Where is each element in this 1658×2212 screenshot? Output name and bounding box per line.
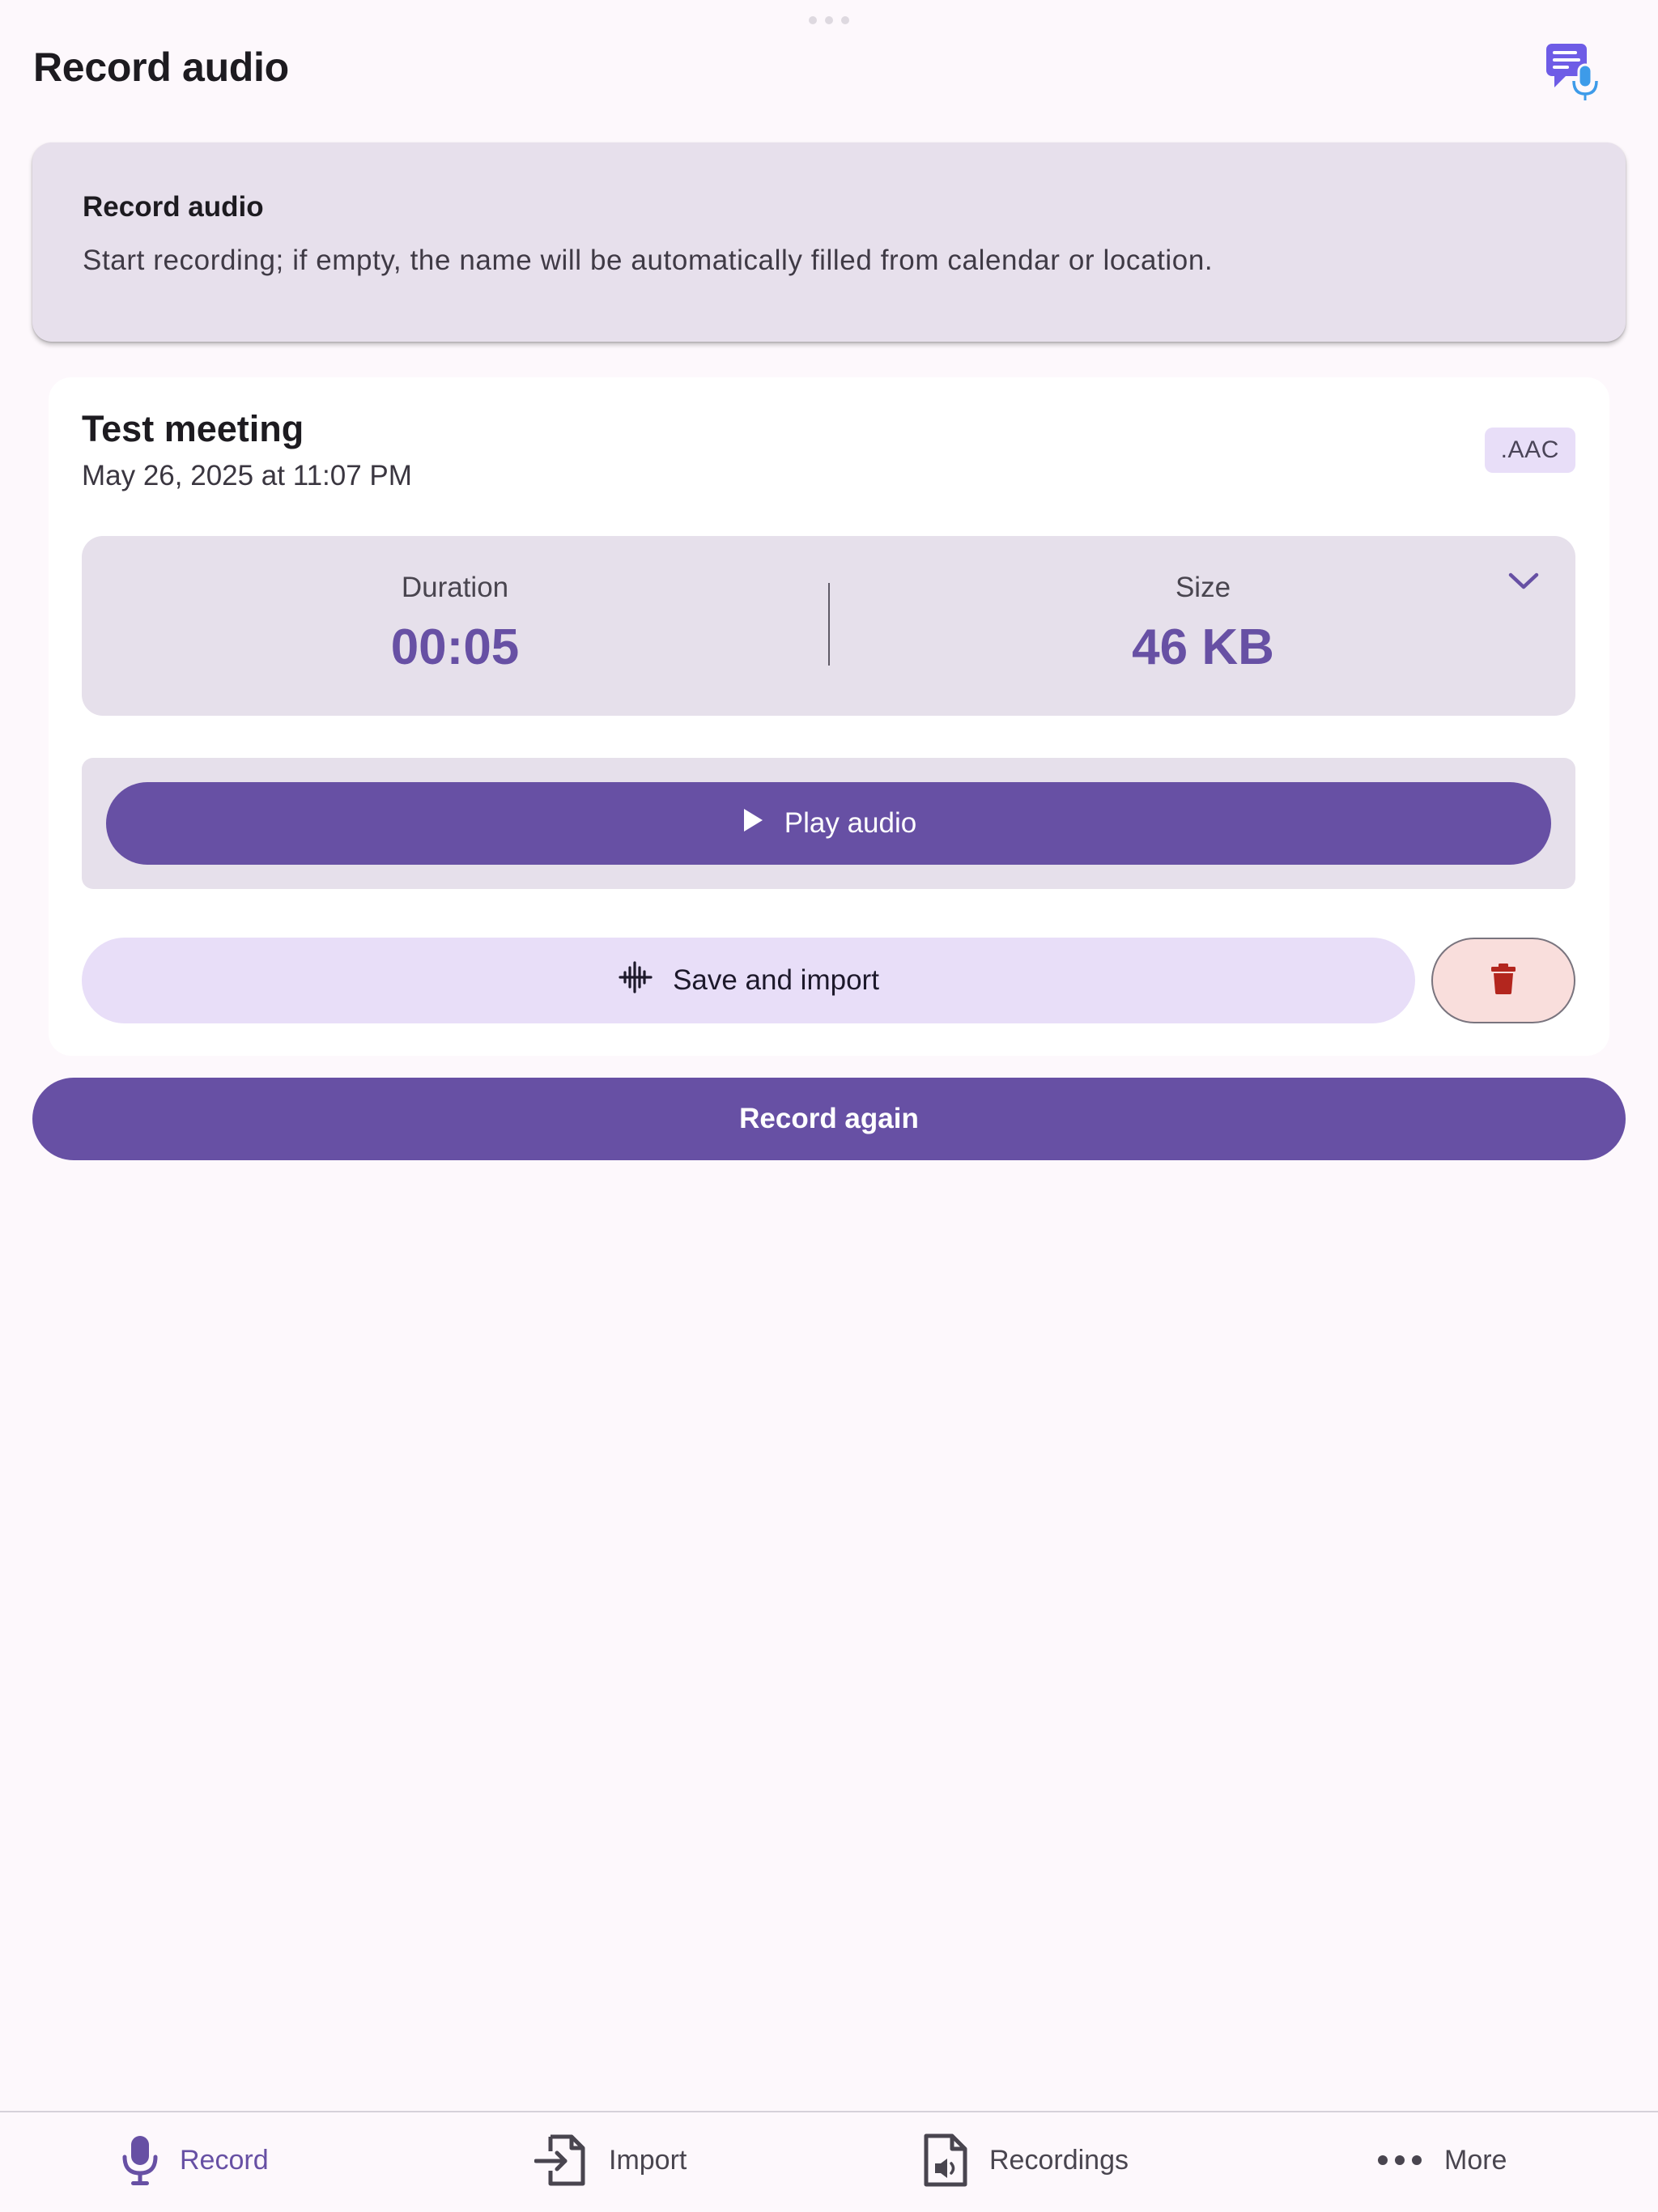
trash-icon <box>1491 963 1516 998</box>
waveform-icon <box>618 960 653 1001</box>
nav-item-record[interactable]: Record <box>121 2132 269 2189</box>
play-audio-label: Play audio <box>784 807 917 839</box>
bottom-navigation: Record Import Recordings More <box>0 2111 1658 2212</box>
save-and-import-button[interactable]: Save and import <box>82 938 1415 1023</box>
info-card-description: Start recording; if empty, the name will… <box>83 245 1214 276</box>
save-and-import-label: Save and import <box>673 964 879 996</box>
duration-stat: Duration 00:05 <box>82 572 828 676</box>
recording-name: Test meeting <box>82 408 304 449</box>
play-icon <box>741 807 765 840</box>
nav-label-recordings: Recordings <box>989 2144 1129 2176</box>
page-title: Record audio <box>33 45 289 90</box>
size-stat: Size 46 KB <box>830 572 1576 676</box>
nav-item-import[interactable]: Import <box>534 2132 687 2189</box>
transcript-mic-icon[interactable] <box>1543 40 1601 102</box>
record-again-button[interactable]: Record again <box>32 1078 1626 1160</box>
screen: Record audio Record audio Start recordin… <box>0 0 1658 2212</box>
recording-card: Test meeting May 26, 2025 at 11:07 PM .A… <box>49 377 1609 1056</box>
more-icon <box>1376 2154 1423 2167</box>
player-box: Play audio <box>82 758 1575 889</box>
chevron-down-icon[interactable] <box>1503 560 1545 602</box>
size-label: Size <box>1175 572 1231 603</box>
duration-value: 00:05 <box>390 619 520 675</box>
nav-label-import: Import <box>609 2144 687 2176</box>
size-value: 46 KB <box>1132 619 1274 675</box>
recording-date: May 26, 2025 at 11:07 PM <box>82 460 412 491</box>
info-card-title: Record audio <box>83 191 264 223</box>
format-badge: .AAC <box>1484 428 1575 473</box>
nav-item-recordings[interactable]: Recordings <box>923 2132 1129 2189</box>
nav-label-record: Record <box>180 2144 269 2176</box>
info-card: Record audio Start recording; if empty, … <box>32 143 1626 342</box>
nav-item-more[interactable]: More <box>1376 2132 1507 2189</box>
recording-stats: Duration 00:05 Size 46 KB <box>82 536 1575 716</box>
nav-label-more: More <box>1444 2144 1507 2176</box>
delete-button[interactable] <box>1431 938 1575 1023</box>
window-grabber[interactable] <box>809 16 849 24</box>
import-icon <box>534 2133 588 2187</box>
audio-file-icon <box>923 2133 968 2188</box>
play-audio-button[interactable]: Play audio <box>106 782 1551 865</box>
duration-label: Duration <box>401 572 509 603</box>
mic-icon <box>121 2134 159 2186</box>
